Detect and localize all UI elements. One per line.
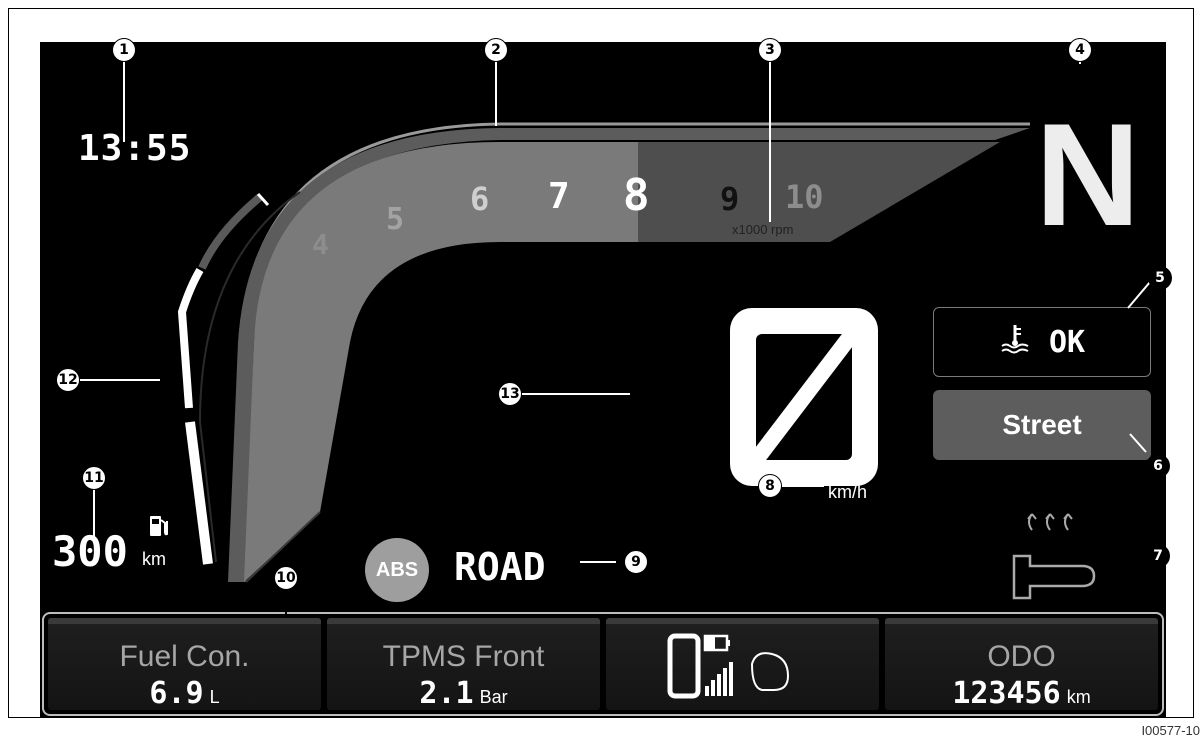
abs-mode-text: ROAD xyxy=(454,545,546,589)
rpm-tick-7: 7 xyxy=(548,176,570,217)
clock: 13:55 xyxy=(78,128,192,169)
callout-2: 2 xyxy=(484,38,508,62)
info-panel-fuel-consumption: Fuel Con. 6.9 L xyxy=(48,618,321,711)
callout-11: 11 xyxy=(82,466,106,490)
callout-10: 10 xyxy=(274,566,298,590)
instrument-display: 4 5 6 7 8 9 10 x1000 rpm 13:55 N km/h OK… xyxy=(40,42,1166,718)
callout-9: 9 xyxy=(624,550,648,574)
gear-indicator: N xyxy=(1035,93,1141,256)
odometer-label: ODO xyxy=(987,640,1056,673)
info-panel-odometer: ODO 123456 km xyxy=(885,618,1158,711)
info-bar: Fuel Con. 6.9 L TPMS Front 2.1 Bar ODO 1… xyxy=(42,612,1164,716)
fuel-consumption-value: 6.9 L xyxy=(149,676,220,711)
info-panel-tpms: TPMS Front 2.1 Bar xyxy=(327,618,600,711)
callout-1: 1 xyxy=(112,38,136,62)
tpms-value: 2.1 Bar xyxy=(419,676,508,711)
callout-5: 5 xyxy=(1148,266,1172,290)
helmet-icon xyxy=(750,652,790,691)
figure-code: I00577-10 xyxy=(1141,723,1200,738)
abs-indicator: ABS xyxy=(365,538,429,602)
info-panel-connectivity xyxy=(606,618,879,710)
callout-6: 6 xyxy=(1146,454,1170,478)
coolant-status-text: OK xyxy=(1048,324,1086,360)
callout-13: 13 xyxy=(498,382,522,406)
battery-icon xyxy=(703,634,730,652)
rpm-tick-4: 4 xyxy=(312,228,329,261)
callout-4: 4 xyxy=(1068,38,1092,62)
tachometer-fill-active xyxy=(244,142,638,582)
rpm-tick-6: 6 xyxy=(470,180,490,218)
grip-heater-icon xyxy=(1012,513,1096,600)
rpm-tick-5: 5 xyxy=(386,202,405,237)
coolant-status-box: OK xyxy=(933,307,1151,377)
fuel-level-bar-empty xyxy=(198,193,263,270)
odometer-value: 123456 km xyxy=(952,676,1091,711)
callout-7: 7 xyxy=(1146,544,1170,568)
tpms-label: TPMS Front xyxy=(382,640,545,673)
rpm-unit-label: x1000 rpm xyxy=(732,222,794,237)
rpm-tick-9: 9 xyxy=(720,180,740,218)
fuel-level-bar-full xyxy=(185,421,213,565)
fuel-consumption-label: Fuel Con. xyxy=(119,640,250,673)
riding-mode-text: Street xyxy=(1002,409,1082,440)
callout-3: 3 xyxy=(758,38,782,62)
fuel-pump-icon xyxy=(150,516,168,536)
rpm-tick-8: 8 xyxy=(623,170,650,221)
fuel-range-unit: km xyxy=(142,549,166,569)
fuel-range-value: 300 xyxy=(52,527,128,576)
phone-icon xyxy=(667,633,701,699)
riding-mode-box: Street xyxy=(933,390,1151,460)
signal-bars-icon xyxy=(705,662,733,696)
speed-unit: km/h xyxy=(828,482,868,502)
fuel-level-bar-mid xyxy=(177,267,204,409)
rpm-tick-10: 10 xyxy=(785,178,824,216)
callout-8: 8 xyxy=(758,474,782,498)
coolant-temp-icon xyxy=(999,322,1031,362)
callout-12: 12 xyxy=(56,368,80,392)
